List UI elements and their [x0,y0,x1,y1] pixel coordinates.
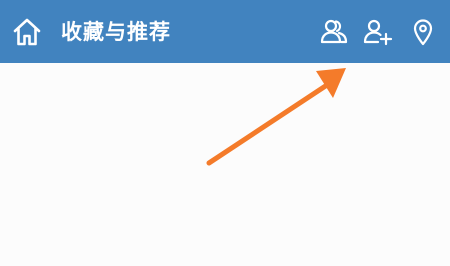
page-title: 收藏与推荐 [61,20,171,44]
location-pin-icon [413,19,433,46]
location-button[interactable] [404,12,442,52]
add-friend-button[interactable] [358,12,398,52]
home-button[interactable] [6,12,48,52]
friends-button[interactable] [314,12,354,52]
top-app-bar: 收藏与推荐 [0,0,450,63]
home-icon [13,18,41,46]
content-area [0,63,450,266]
friends-icon [320,19,348,44]
add-friend-icon [363,19,393,46]
